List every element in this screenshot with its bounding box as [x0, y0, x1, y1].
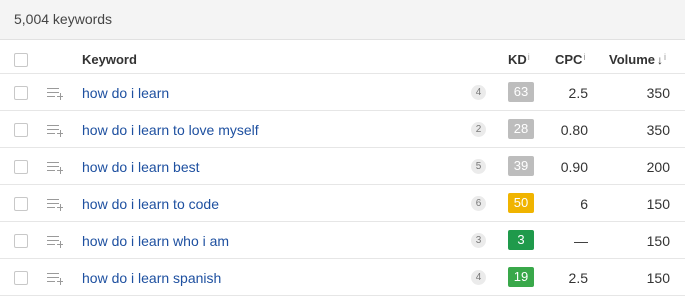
cpc-value: 0.80 [560, 122, 588, 138]
info-icon: i [583, 52, 586, 62]
keyword-link[interactable]: how do i learn to code [82, 196, 219, 212]
info-icon: i [664, 52, 666, 62]
serp-features-count[interactable]: 5 [471, 159, 486, 174]
keyword-link[interactable]: how do i learn to love myself [82, 122, 259, 138]
add-to-list-icon[interactable] [47, 86, 63, 100]
keyword-link[interactable]: how do i learn best [82, 159, 200, 175]
serp-features-count[interactable]: 4 [471, 270, 486, 285]
serp-features-count[interactable]: 6 [471, 196, 486, 211]
volume-value: 200 [646, 159, 670, 175]
add-to-list-icon[interactable] [47, 271, 63, 285]
row-checkbox[interactable] [14, 86, 28, 100]
table-row: how do i learn 4 63 2.5 350 [0, 74, 685, 111]
serp-features-count[interactable]: 2 [471, 122, 486, 137]
row-checkbox[interactable] [14, 160, 28, 174]
cpc-value: 6 [580, 196, 588, 212]
table-row: how do i learn best 5 39 0.90 200 [0, 148, 685, 185]
sort-desc-icon: ↓ [657, 53, 663, 67]
table-header: Keyword KDi CPCi Volume ↓i [0, 40, 685, 74]
volume-value: 150 [646, 233, 670, 249]
table-row: how do i learn spanish 4 19 2.5 150 [0, 259, 685, 296]
column-header-volume[interactable]: Volume ↓i [609, 52, 666, 68]
keyword-link[interactable]: how do i learn who i am [82, 233, 229, 249]
select-all-checkbox[interactable] [14, 53, 28, 67]
cpc-value: 2.5 [568, 270, 588, 286]
keyword-link[interactable]: how do i learn spanish [82, 270, 221, 286]
column-header-keyword[interactable]: Keyword [82, 52, 137, 68]
cpc-value: 0.90 [560, 159, 588, 175]
results-summary-bar: 5,004 keywords [0, 0, 685, 40]
add-to-list-icon[interactable] [47, 160, 63, 174]
keyword-count: 5,004 keywords [14, 11, 113, 27]
column-header-cpc[interactable]: CPCi [555, 52, 585, 68]
cpc-value: — [574, 233, 588, 249]
serp-features-count[interactable]: 4 [471, 85, 486, 100]
table-row: how do i learn who i am 3 3 — 150 [0, 222, 685, 259]
row-checkbox[interactable] [14, 123, 28, 137]
row-checkbox[interactable] [14, 197, 28, 211]
column-header-kd[interactable]: KDi [508, 52, 530, 68]
keyword-link[interactable]: how do i learn [82, 85, 169, 101]
serp-features-count[interactable]: 3 [471, 233, 486, 248]
info-icon: i [527, 52, 530, 62]
add-to-list-icon[interactable] [47, 234, 63, 248]
keywords-table: Keyword KDi CPCi Volume ↓i how do i learn… [0, 40, 685, 296]
table-row: how do i learn to love myself 2 28 0.80 … [0, 111, 685, 148]
volume-value: 150 [646, 196, 670, 212]
cpc-value: 2.5 [568, 85, 588, 101]
volume-value: 350 [646, 85, 670, 101]
add-to-list-icon[interactable] [47, 123, 63, 137]
volume-value: 150 [646, 270, 670, 286]
volume-value: 350 [646, 122, 670, 138]
add-to-list-icon[interactable] [47, 197, 63, 211]
table-row: how do i learn to code 6 50 6 150 [0, 185, 685, 222]
row-checkbox[interactable] [14, 271, 28, 285]
row-checkbox[interactable] [14, 234, 28, 248]
